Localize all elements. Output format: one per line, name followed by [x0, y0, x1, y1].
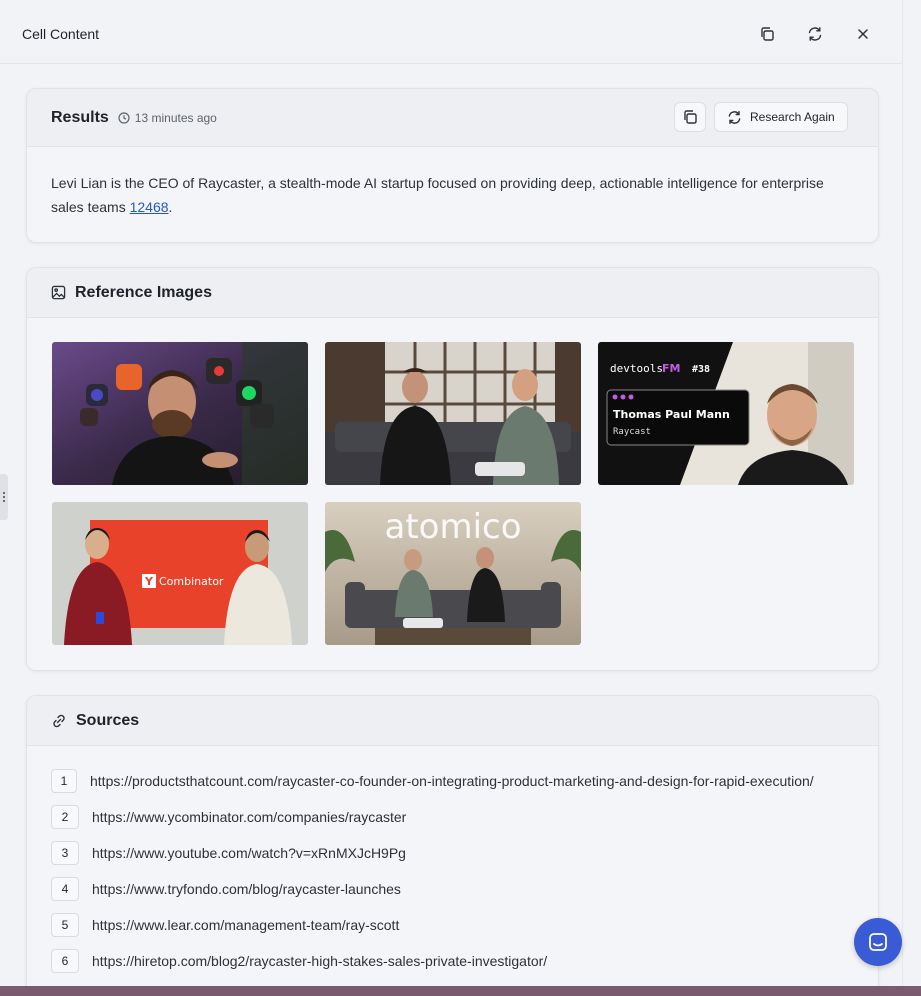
source-url[interactable]: https://hiretop.com/blog2/raycaster-high…	[92, 953, 547, 969]
source-url[interactable]: https://www.lear.com/management-team/ray…	[92, 917, 399, 933]
sources-card: Sources 1 https://productsthatcount.com/…	[26, 695, 879, 996]
yc-sign-text: Combinator	[159, 575, 224, 588]
timestamp-text: 13 minutes ago	[134, 110, 217, 125]
podcast-show-name: devtools	[610, 362, 663, 375]
research-again-button[interactable]: Research Again	[714, 102, 848, 132]
result-end: .	[168, 199, 173, 215]
source-item: 5 https://www.lear.com/management-team/r…	[51, 913, 399, 937]
source-number: 5	[51, 913, 79, 937]
podcast-episode: #38	[692, 364, 710, 375]
source-url[interactable]: https://www.ycombinator.com/companies/ra…	[92, 809, 406, 825]
reference-image-4[interactable]: Y Combinator	[52, 502, 308, 645]
source-item: 4 https://www.tryfondo.com/blog/raycaste…	[51, 877, 401, 901]
citation-link[interactable]: 12468	[130, 199, 169, 215]
refresh-icon	[728, 110, 741, 124]
reference-image-1[interactable]	[52, 342, 308, 485]
research-again-label: Research Again	[750, 110, 835, 124]
source-item: 1 https://productsthatcount.com/raycaste…	[51, 769, 814, 793]
atomico-sign-text: atomico	[384, 507, 521, 547]
source-url[interactable]: https://www.youtube.com/watch?v=xRnMXJcH…	[92, 845, 406, 861]
source-item: 6 https://hiretop.com/blog2/raycaster-hi…	[51, 949, 547, 973]
panel-title: Cell Content	[22, 26, 100, 42]
source-url[interactable]: https://productsthatcount.com/raycaster-…	[90, 773, 814, 789]
podcast-guest-name: Thomas Paul Mann	[613, 408, 730, 421]
results-header: Results 13 minutes ago Research Again	[27, 89, 878, 147]
sources-title: Sources	[76, 711, 140, 729]
source-number: 6	[51, 949, 79, 973]
results-card: Results 13 minutes ago Research Again Le…	[26, 88, 879, 243]
chat-icon	[869, 933, 887, 951]
background-strip	[0, 986, 921, 996]
resize-handle[interactable]	[0, 474, 8, 520]
source-number: 3	[51, 841, 79, 865]
source-item: 3 https://www.youtube.com/watch?v=xRnMXJ…	[51, 841, 406, 865]
refresh-icon[interactable]	[803, 22, 827, 46]
link-icon	[51, 713, 67, 729]
source-number: 2	[51, 805, 79, 829]
copy-results-button[interactable]	[674, 102, 706, 132]
source-url[interactable]: https://www.tryfondo.com/blog/raycaster-…	[92, 881, 401, 897]
reference-image-2[interactable]	[325, 342, 581, 485]
timestamp: 13 minutes ago	[118, 111, 217, 125]
reference-images-header: Reference Images	[27, 268, 878, 318]
podcast-show-suffix: FM	[662, 362, 680, 375]
result-text: Levi Lian is the CEO of Raycaster, a ste…	[27, 147, 878, 219]
clock-icon	[118, 111, 130, 124]
reference-image-5[interactable]: atomico	[325, 502, 581, 645]
reference-image-3[interactable]: devtools FM #38 Thomas Paul Mann Raycast	[598, 342, 854, 485]
panel-header: Cell Content	[0, 0, 903, 64]
results-title: Results	[51, 108, 109, 126]
copy-icon[interactable]	[755, 22, 779, 46]
chat-support-button[interactable]	[854, 918, 902, 966]
source-item: 2 https://www.ycombinator.com/companies/…	[51, 805, 406, 829]
reference-images-title: Reference Images	[75, 283, 212, 301]
yc-logo-letter: Y	[144, 575, 154, 588]
source-number: 4	[51, 877, 79, 901]
panel-divider	[902, 0, 903, 996]
source-number: 1	[51, 769, 77, 793]
image-icon	[51, 285, 66, 300]
sources-header: Sources	[27, 696, 878, 746]
podcast-guest-company: Raycast	[613, 427, 651, 437]
close-icon[interactable]	[851, 22, 875, 46]
copy-icon	[684, 110, 697, 124]
reference-images-card: Reference Images devtools FM #38 Thomas …	[26, 267, 879, 671]
